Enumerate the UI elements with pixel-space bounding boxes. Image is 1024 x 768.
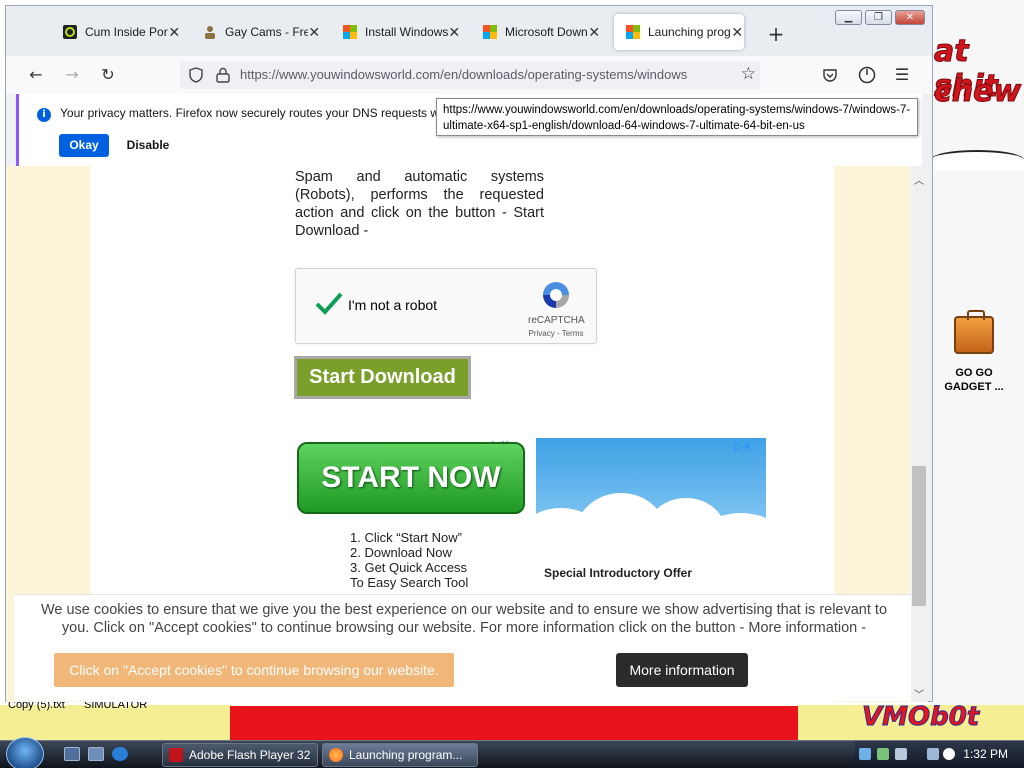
new-tab-icon[interactable]: + (766, 22, 786, 46)
tab-close-icon[interactable]: ✕ (168, 24, 181, 41)
menu-hamburger-icon[interactable]: ☰ (890, 64, 914, 86)
captcha-brand: reCAPTCHA (528, 315, 585, 326)
microsoft-logo-icon (343, 25, 357, 39)
url-tooltip: https://www.youwindowsworld.com/en/downl… (436, 98, 918, 136)
ad-steps: 1. Click “Start Now” 2. Download Now 3. … (350, 530, 468, 590)
firefox-icon (329, 748, 343, 762)
taskbar-button-label: Launching program... (349, 748, 463, 762)
wallpaper-red (230, 706, 800, 740)
network-icon[interactable] (927, 748, 939, 760)
ad-special-offer[interactable]: ▷✕ Special Introductory Offer (536, 438, 766, 598)
desktop-icon-gadget[interactable]: GO GO GADGET ... (944, 310, 1004, 394)
minimize-button[interactable]: ▁ (835, 10, 862, 25)
disable-button[interactable]: Disable (117, 134, 179, 157)
scroll-up-icon[interactable]: ︿ (910, 172, 928, 187)
switch-windows-icon[interactable] (88, 747, 104, 761)
tab-title: Launching prog (648, 25, 731, 39)
tab-4[interactable]: Microsoft Down ✕ (471, 14, 601, 50)
forward-arrow-icon[interactable]: → (60, 64, 84, 86)
show-desktop-icon[interactable] (64, 747, 80, 761)
microsoft-logo-icon (483, 25, 497, 39)
internet-explorer-icon[interactable] (112, 747, 128, 761)
tab-title: Microsoft Down (505, 25, 588, 39)
ad-title: Special Introductory Offer (544, 566, 693, 580)
tray-app-icon[interactable] (859, 748, 871, 760)
checkmark-icon[interactable] (314, 289, 344, 319)
wallpaper-wave (930, 150, 1024, 170)
scroll-down-icon[interactable]: ﹀ (910, 686, 928, 701)
desktop-icon-label: GO GO GADGET ... (944, 367, 1004, 393)
ad-step: 2. Download Now (350, 545, 452, 560)
briefcase-icon (954, 310, 994, 354)
cookie-banner: We use cookies to ensure that we give yo… (14, 594, 911, 701)
tab-title: Cum Inside Porn (85, 25, 168, 39)
ad-step: To Easy Search Tool (350, 575, 469, 590)
info-icon: i (37, 108, 51, 122)
tray-app-icon[interactable] (895, 748, 907, 760)
lock-icon[interactable] (216, 67, 230, 83)
tab-close-icon[interactable]: ✕ (731, 24, 744, 41)
site-favicon-icon (63, 25, 77, 39)
ad-sky-image (536, 438, 766, 578)
tab-title: Gay Cams - Free (225, 25, 308, 39)
page-scrollbar[interactable]: ︿ ﹀ (910, 166, 928, 702)
tab-5-active[interactable]: Launching prog ✕ (614, 14, 744, 50)
accept-cookies-button[interactable]: Click on "Accept cookies" to continue br… (54, 653, 454, 687)
flash-icon (169, 748, 183, 762)
start-download-button[interactable]: Start Download (294, 356, 471, 399)
tab-close-icon[interactable]: ✕ (308, 24, 321, 41)
more-information-button[interactable]: More information (616, 653, 748, 687)
start-orb-icon[interactable] (6, 737, 44, 768)
scroll-thumb[interactable] (912, 466, 926, 606)
back-arrow-icon[interactable]: ← (24, 64, 48, 86)
microsoft-logo-icon (626, 25, 640, 39)
instructions-text: Spam and automatic systems (Robots), per… (295, 169, 544, 239)
captcha-label: I'm not a robot (348, 297, 438, 313)
okay-button[interactable]: Okay (59, 134, 109, 157)
taskbar-button-firefox[interactable]: Launching program... (322, 743, 478, 767)
tab-2[interactable]: Gay Cams - Free ✕ (191, 14, 321, 50)
close-window-button[interactable]: ✕ (895, 10, 925, 25)
tab-strip: Cum Inside Porn ✕ Gay Cams - Free ✕ Inst… (6, 6, 932, 56)
tray-app-icon[interactable] (877, 748, 889, 760)
tab-3[interactable]: Install Windows ✕ (331, 14, 461, 50)
taskbar-button-label: Adobe Flash Player 32 (189, 748, 311, 762)
tab-1[interactable]: Cum Inside Porn ✕ (51, 14, 181, 50)
url-bar[interactable]: https://www.youwindowsworld.com/en/downl… (180, 61, 760, 89)
tab-close-icon[interactable]: ✕ (588, 24, 601, 41)
taskbar: Adobe Flash Player 32 Launching program.… (0, 737, 1024, 768)
pocket-icon[interactable] (822, 67, 838, 83)
tab-close-icon[interactable]: ✕ (448, 24, 461, 41)
recaptcha-widget[interactable]: I'm not a robot reCAPTCHA Privacy - Term… (295, 268, 597, 344)
ad-start-now[interactable]: ▷✕ START NOW 1. Click “Start Now” 2. Dow… (296, 438, 526, 598)
clock[interactable]: 1:32 PM (963, 747, 1008, 761)
browser-window: Cum Inside Porn ✕ Gay Cams - Free ✕ Inst… (5, 5, 933, 702)
meme-text-line2: chew (933, 74, 1022, 110)
account-icon[interactable] (858, 66, 876, 84)
url-text[interactable]: https://www.youwindowsworld.com/en/downl… (240, 67, 730, 82)
volume-muted-icon[interactable] (943, 748, 955, 760)
cookie-text: We use cookies to ensure that we give yo… (40, 602, 888, 636)
watermark: VMOb0t (861, 702, 980, 733)
ad-step: 3. Get Quick Access (350, 560, 468, 575)
system-tray: 1:32 PM (855, 741, 1024, 768)
captcha-terms-link[interactable]: Privacy - Terms (526, 329, 586, 338)
nav-toolbar: ← → ↻ https://www.youwindowsworld.com/en… (6, 56, 932, 94)
notification-message: Your privacy matters. Firefox now secure… (60, 106, 453, 120)
site-favicon-icon (205, 26, 215, 39)
recaptcha-logo-icon (543, 282, 569, 308)
ad-choices-icon[interactable]: ▷✕ (734, 440, 752, 453)
reload-icon[interactable]: ↻ (96, 64, 120, 86)
bookmark-star-icon[interactable]: ☆ (741, 64, 756, 84)
taskbar-button-flash[interactable]: Adobe Flash Player 32 (162, 743, 318, 767)
ad-step: 1. Click “Start Now” (350, 530, 462, 545)
tracking-shield-icon[interactable] (188, 67, 204, 83)
start-now-button[interactable]: START NOW (297, 442, 525, 514)
tab-title: Install Windows (365, 25, 448, 39)
maximize-button[interactable]: ❐ (865, 10, 892, 25)
